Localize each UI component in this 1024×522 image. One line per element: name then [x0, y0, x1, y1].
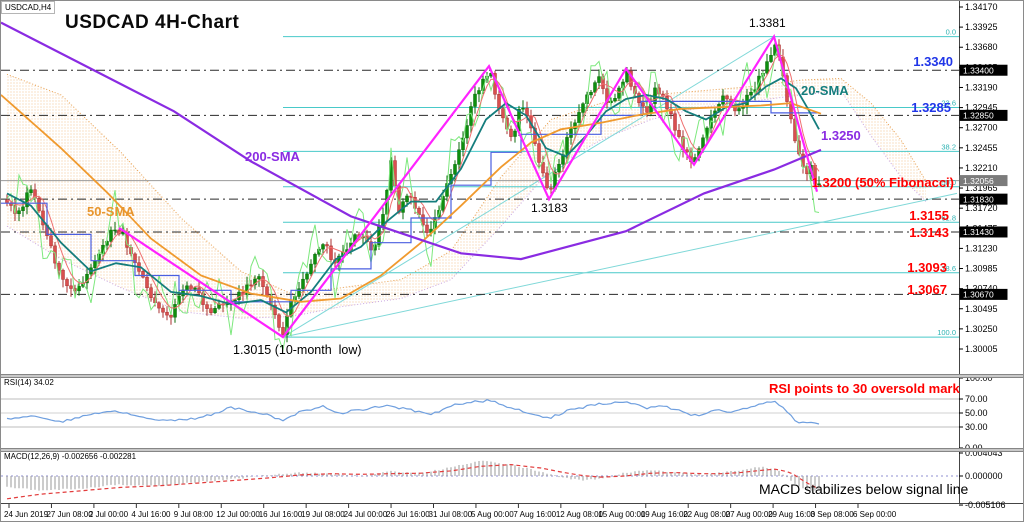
time-tick-label: 7 Aug 16:00 [513, 510, 556, 519]
fib-level-label: 38.2 [941, 142, 956, 151]
chart-annotation: 1.3200 (50% Fibonacci) [811, 175, 954, 190]
svg-text:1.31430: 1.31430 [963, 227, 994, 237]
symbol-period-label: USDCAD,H4 [1, 1, 56, 14]
price-tick: 1.33925 [965, 22, 998, 32]
macd-indicator-label: MACD(12,26,9) -0.002656 -0.002281 [4, 452, 137, 461]
chart-annotation: 1.3183 [531, 201, 568, 215]
time-tick-label: 31 Jul 08:00 [429, 510, 473, 519]
chart-annotation: RSI points to 30 oversold mark [769, 381, 960, 396]
rsi-indicator-label: RSI(14) 34.02 [4, 378, 54, 387]
time-tick-label: 6 Sep 00:00 [853, 510, 897, 519]
time-tick-label: 15 Aug 00:00 [598, 510, 646, 519]
price-tick: 1.30250 [965, 324, 998, 334]
rsi-pane[interactable] [1, 398, 959, 428]
time-tick-label: 27 Aug 00:00 [726, 510, 774, 519]
chart-annotation: 20-SMA [801, 83, 849, 98]
time-tick-label: 16 Jul 16:00 [259, 510, 303, 519]
time-tick-label: 22 Aug 08:00 [683, 510, 731, 519]
time-tick-label: 12 Jul 00:00 [216, 510, 260, 519]
macd-tick: -0.005106 [965, 500, 1006, 510]
time-tick-label: 19 Jul 08:00 [301, 510, 345, 519]
time-tick-label: 19 Aug 16:00 [641, 510, 689, 519]
svg-text:1.32850: 1.32850 [963, 111, 994, 121]
svg-text:1.32056: 1.32056 [963, 176, 994, 186]
macd-tick: 0.000000 [965, 471, 1003, 481]
time-tick-label: 29 Aug 16:00 [768, 510, 816, 519]
chart-annotation: 1.3143 [909, 225, 949, 240]
chart-annotation: 50-SMA [87, 204, 135, 219]
price-tick: 1.31720 [965, 203, 998, 213]
time-tick-label: 4 Jul 16:00 [131, 510, 171, 519]
rsi-tick: 70.00 [965, 394, 988, 404]
price-tick: 1.31230 [965, 243, 998, 253]
price-tick: 1.32455 [965, 143, 998, 153]
rsi-line [6, 399, 820, 425]
time-tick-label: 2 Jul 00:00 [89, 510, 129, 519]
svg-text:1.30670: 1.30670 [963, 290, 994, 300]
price-tick: 1.32210 [965, 163, 998, 173]
svg-text:1.31830: 1.31830 [963, 194, 994, 204]
rsi-tick: 30.00 [965, 422, 988, 432]
pane-separator-rsi[interactable] [1, 374, 1023, 378]
rsi-tick: 50.00 [965, 408, 988, 418]
price-tick: 1.34170 [965, 2, 998, 12]
time-tick-label: 12 Aug 08:00 [556, 510, 604, 519]
chart-annotation: 1.3381 [749, 16, 786, 30]
price-tick: 1.32700 [965, 123, 998, 133]
time-tick-label: 27 Jun 08:00 [46, 510, 93, 519]
time-tick-label: 24 Jun 2019 [4, 510, 49, 519]
price-tick: 1.30985 [965, 264, 998, 274]
pane-separator-macd[interactable] [1, 448, 1023, 452]
chart-annotation: 1.3015 (10-month low) [233, 343, 362, 357]
fib-level-label: 100.0 [937, 328, 956, 337]
time-tick-label: 26 Jul 16:00 [386, 510, 430, 519]
chart-window: USDCAD,H4 USDCAD 4H-Chart 1.34170 1.33925… [0, 0, 1024, 522]
svg-text:1.33400: 1.33400 [963, 65, 994, 75]
chart-annotation: 1.3250 [821, 128, 861, 143]
time-axis[interactable]: 24 Jun 201927 Jun 08:002 Jul 00:00 4 Jul … [4, 504, 897, 519]
chart-annotation: 1.3285 [911, 100, 951, 115]
chart-annotation: 1.3340 [913, 54, 953, 69]
time-tick-label: 24 Jul 00:00 [344, 510, 388, 519]
price-tick: 1.30005 [965, 344, 998, 354]
time-tick-label: 5 Aug 00:00 [471, 510, 514, 519]
chart-annotation: 1.3067 [907, 282, 947, 297]
chart-canvas[interactable]: 1.341701.339251.336801.334351.331901.329… [1, 1, 1024, 522]
time-tick-label: 9 Jul 08:00 [174, 510, 214, 519]
fib-level-label: 0.0 [946, 28, 956, 37]
chart-annotation: 1.3093 [907, 260, 947, 275]
chart-annotation: 200-SMA [245, 149, 300, 164]
macd-signal-line [6, 463, 818, 500]
ichimoku-cloud [7, 74, 926, 319]
chart-annotation: 1.3155 [909, 208, 949, 223]
page-title: USDCAD 4H-Chart [65, 12, 240, 33]
time-tick-label: 3 Sep 08:00 [811, 510, 855, 519]
price-tick: 1.30495 [965, 304, 998, 314]
chart-annotation: MACD stabilizes below signal line [759, 481, 969, 497]
price-tick: 1.33190 [965, 82, 998, 92]
price-tick: 1.33680 [965, 42, 998, 52]
